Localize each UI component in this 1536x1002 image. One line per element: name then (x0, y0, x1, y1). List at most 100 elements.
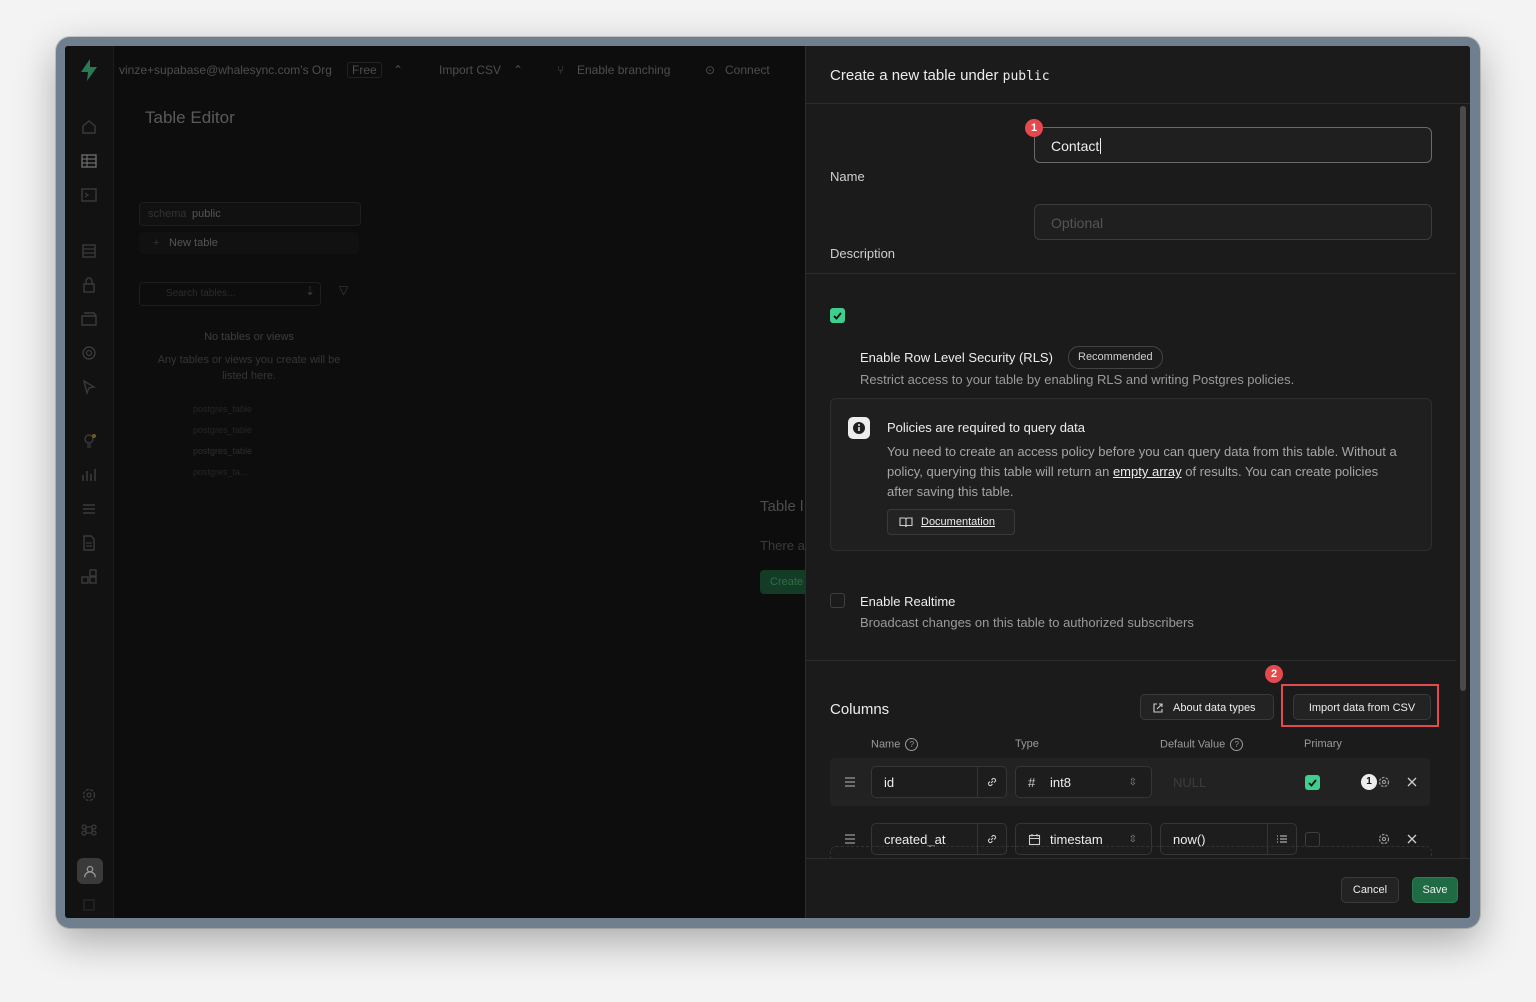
schema-name: public (1002, 69, 1050, 84)
plan-badge: Free (347, 62, 382, 78)
database-icon[interactable] (79, 242, 99, 262)
command-icon[interactable] (79, 821, 99, 841)
step-marker-3: 1 (1361, 774, 1377, 790)
enable-branching-button[interactable]: Enable branching (577, 63, 670, 77)
realtime-checkbox[interactable] (830, 593, 845, 608)
chevron-updown-icon[interactable]: ⌃ (393, 63, 403, 77)
column-type-value: int8 (1050, 775, 1071, 790)
panel-scrollbar[interactable] (1460, 106, 1466, 858)
col-header-default-text: Default Value (1160, 738, 1226, 751)
col-header-primary: Primary (1304, 738, 1342, 750)
app-window: vinze+supabase@whalesync.com's Org Free … (56, 37, 1480, 928)
primary-key-checkbox[interactable] (1305, 775, 1320, 790)
supabase-logo-icon[interactable] (79, 58, 99, 82)
plus-icon: + (153, 237, 160, 249)
realtime-title: Enable Realtime (860, 594, 956, 609)
settings-gear-icon[interactable] (79, 786, 99, 806)
collapse-sidebar-icon[interactable] (79, 896, 99, 916)
column-type-select[interactable]: # int8 ⇳ (1015, 766, 1152, 798)
schema-value: public (192, 208, 221, 220)
table-editor-title: Table Editor (145, 108, 235, 127)
column-default-value: NULL (1173, 775, 1207, 790)
api-docs-icon[interactable] (79, 534, 99, 554)
primary-key-checkbox[interactable] (1305, 832, 1320, 847)
rls-title: Enable Row Level Security (RLS) (860, 350, 1053, 365)
center-subtitle: There a (760, 538, 805, 553)
home-icon[interactable] (79, 118, 99, 138)
col-header-default: Default Value? (1160, 738, 1244, 751)
recommended-badge: Recommended (1068, 346, 1163, 369)
search-tables-input[interactable]: Search tables... (139, 282, 321, 306)
user-avatar[interactable] (77, 858, 103, 884)
gear-icon[interactable] (1377, 775, 1391, 789)
description-placeholder: Optional (1051, 215, 1104, 231)
description-input[interactable]: Optional (1034, 204, 1432, 240)
documentation-label: Documentation (921, 516, 995, 528)
edge-functions-icon[interactable] (79, 344, 99, 364)
column-name-input[interactable]: id (871, 766, 1007, 798)
table-editor-icon[interactable] (79, 152, 99, 172)
panel-footer: Cancel Save (806, 858, 1470, 918)
col-header-name: Name? (871, 738, 919, 751)
link-icon[interactable] (977, 767, 1006, 797)
name-input[interactable]: Contact (1034, 127, 1432, 163)
project-name[interactable]: Import CSV (439, 63, 501, 77)
chevron-updown-icon[interactable]: ⌃ (513, 63, 523, 77)
org-name[interactable]: vinze+supabase@whalesync.com's Org (119, 63, 332, 77)
close-icon[interactable] (1407, 777, 1417, 787)
documentation-button[interactable]: Documentation (887, 509, 1015, 535)
integrations-icon[interactable] (79, 568, 99, 588)
reports-chart-icon[interactable] (79, 466, 99, 486)
filter-icon[interactable]: ▽ (339, 283, 348, 297)
step-marker-2: 2 (1265, 665, 1283, 683)
about-data-types-button[interactable]: About data types (1140, 694, 1274, 720)
about-data-types-label: About data types (1173, 702, 1256, 714)
rls-checkbox[interactable] (830, 308, 845, 323)
realtime-cursor-icon[interactable] (79, 378, 99, 398)
info-icon (848, 417, 870, 439)
save-button[interactable]: Save (1412, 877, 1458, 903)
sort-chevrons-icon[interactable]: ⇣ (305, 284, 315, 298)
highlight-box (1281, 684, 1439, 727)
panel-title-text: Create a new table under (830, 67, 999, 84)
ghost-table-item: postgres_ta... (193, 467, 248, 477)
drag-handle-icon[interactable] (844, 775, 856, 789)
sql-editor-icon[interactable] (79, 186, 99, 206)
step-marker-1: 1 (1025, 119, 1043, 137)
help-icon[interactable]: ? (1230, 738, 1244, 751)
logs-list-icon[interactable] (79, 500, 99, 520)
ghost-table-item: postgres_table (193, 425, 253, 435)
col-header-name-text: Name (871, 738, 901, 751)
advisors-bulb-icon[interactable] (79, 432, 99, 452)
new-table-button[interactable]: + New table (139, 232, 359, 254)
auth-lock-icon[interactable] (79, 276, 99, 296)
col-header-type: Type (1015, 738, 1039, 750)
book-icon (899, 517, 913, 528)
empty-state-desc: Any tables or views you create will be l… (157, 354, 341, 382)
cancel-button[interactable]: Cancel (1341, 877, 1399, 903)
storage-icon[interactable] (79, 310, 99, 330)
alert-title: Policies are required to query data (887, 420, 1086, 435)
new-table-label: New table (169, 237, 218, 249)
drag-handle-icon[interactable] (844, 832, 856, 846)
search-placeholder: Search tables... (166, 288, 236, 299)
gear-icon[interactable] (1377, 832, 1391, 846)
top-bar: vinze+supabase@whalesync.com's Org Free … (113, 46, 805, 94)
supabase-app: vinze+supabase@whalesync.com's Org Free … (65, 46, 1470, 918)
connect-button[interactable]: Connect (725, 63, 770, 77)
schema-selector[interactable]: schema public (139, 202, 361, 226)
policies-alert: Policies are required to query data You … (830, 398, 1432, 551)
name-input-value: Contact (1051, 138, 1100, 154)
text-cursor (1100, 138, 1102, 154)
empty-state-title: No tables or views (204, 331, 294, 343)
branch-icon: ⑂ (557, 63, 565, 77)
empty-array-link[interactable]: empty array (1113, 464, 1182, 479)
calendar-icon (1028, 834, 1041, 846)
ghost-table-item: postgres_table (193, 446, 253, 456)
close-icon[interactable] (1407, 834, 1417, 844)
scrollbar-thumb[interactable] (1460, 106, 1466, 691)
column-row: id # int8 ⇳ NULL 1 (830, 758, 1430, 806)
column-name-value: id (884, 775, 895, 790)
column-default-input[interactable]: NULL (1160, 766, 1297, 798)
help-icon[interactable]: ? (905, 738, 919, 751)
